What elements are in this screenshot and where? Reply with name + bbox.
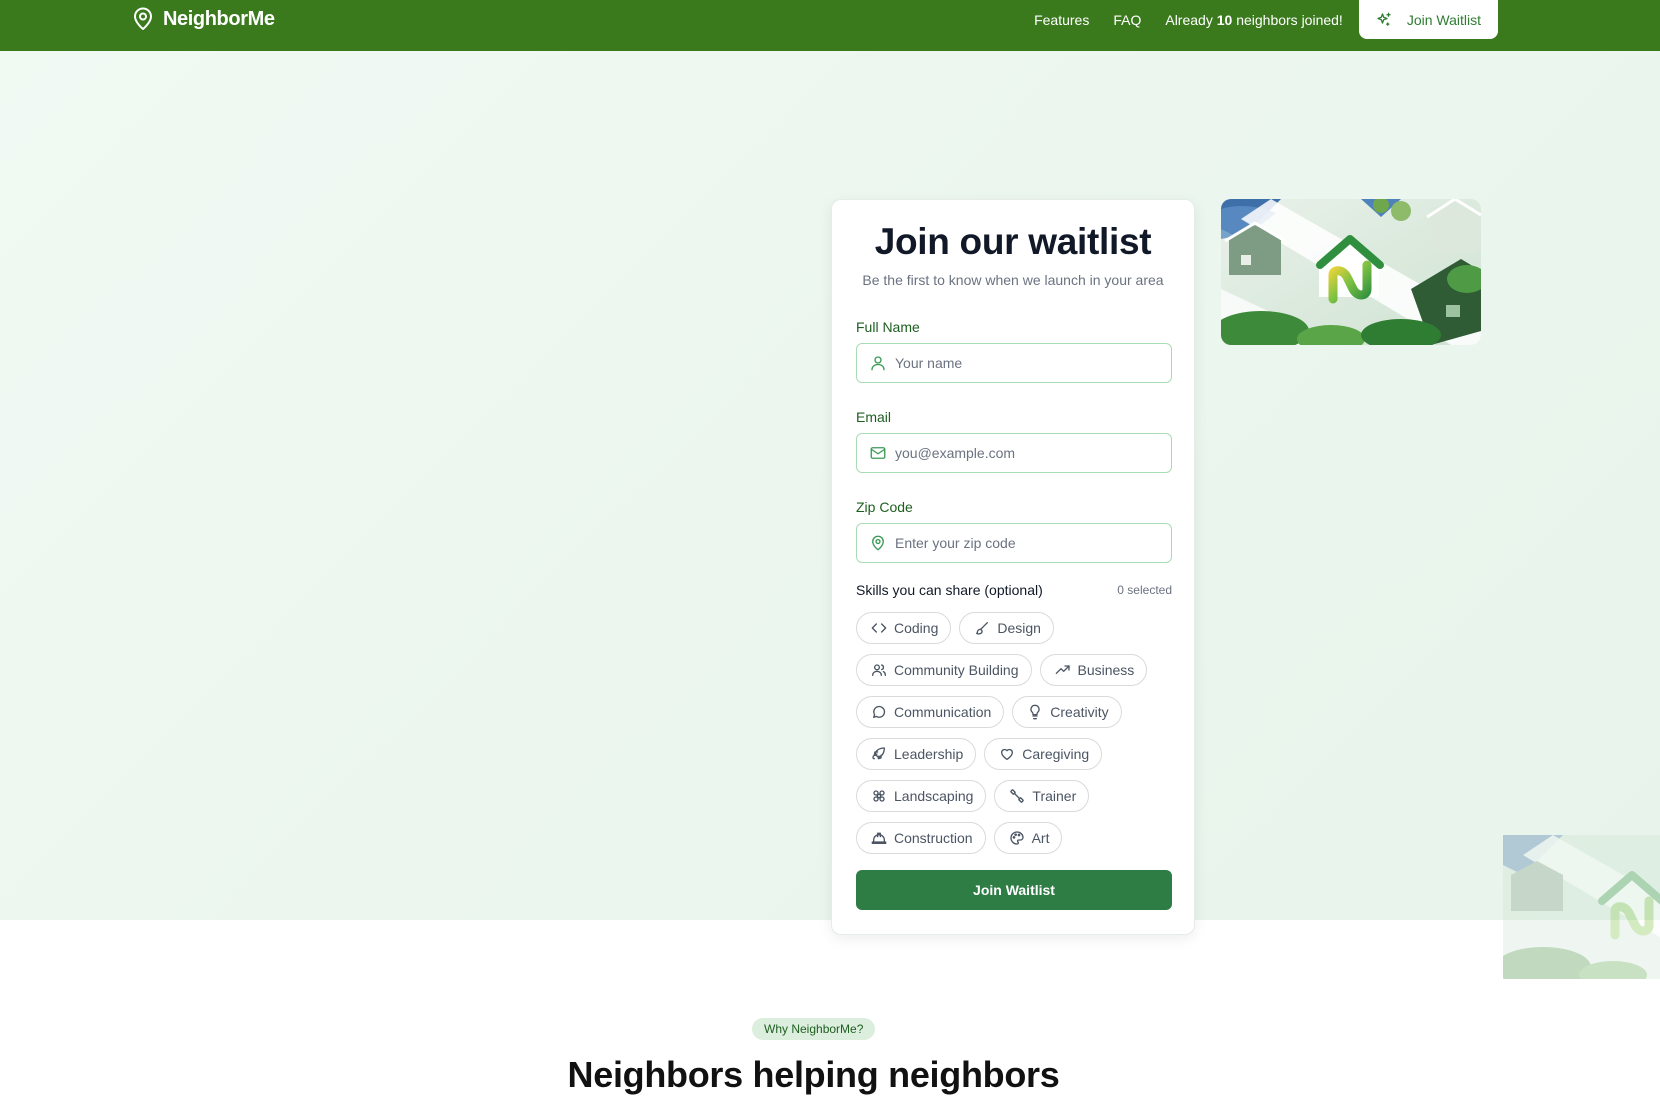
brush-icon — [976, 622, 989, 635]
skill-chip-design[interactable]: Design — [959, 612, 1054, 644]
email-label: Email — [856, 409, 892, 425]
skill-chip-label: Art — [1031, 830, 1050, 846]
skill-chip-community-building[interactable]: Community Building — [856, 654, 1032, 686]
nav-link-features[interactable]: Features — [1034, 12, 1089, 28]
dumbbell-icon — [1010, 789, 1025, 803]
skill-chip-label: Landscaping — [894, 788, 974, 804]
skills-label: Skills you can share (optional) — [856, 582, 1043, 598]
skill-chip-caregiving[interactable]: Caregiving — [984, 738, 1103, 770]
skill-chip-label: Communication — [894, 704, 992, 720]
users-icon — [872, 664, 886, 676]
skill-chip-label: Creativity — [1050, 704, 1109, 720]
skill-chip-label: Design — [997, 620, 1041, 636]
chat-icon — [873, 705, 886, 718]
sparkles-icon — [1377, 12, 1391, 26]
user-icon — [871, 356, 885, 371]
joined-prefix: Already — [1165, 11, 1213, 28]
map-pin-icon — [872, 535, 884, 551]
trending-up-icon — [1055, 665, 1070, 674]
zip-code-label: Zip Code — [856, 499, 913, 515]
joined-suffix: neighbors joined! — [1236, 11, 1343, 28]
email-field — [856, 433, 1172, 473]
flower-icon — [873, 790, 885, 802]
nav-join-waitlist-button[interactable]: Join Waitlist — [1358, 0, 1498, 39]
skill-chip-creativity[interactable]: Creativity — [1012, 696, 1122, 728]
skills-chip-group: Coding Design Community Building Busines… — [856, 612, 1172, 854]
neighborhood-house-logo-image — [1221, 199, 1481, 345]
top-navbar: NeighborMe Features FAQ Already 10 neigh… — [0, 0, 1660, 51]
faded-illustration-decoration — [1503, 835, 1660, 979]
nav-cta-label: Join Waitlist — [1406, 11, 1481, 28]
joined-count: 10 — [1216, 11, 1233, 28]
skill-chip-trainer[interactable]: Trainer — [994, 780, 1090, 812]
hard-hat-icon — [871, 832, 887, 844]
skills-selected-count: 0 selected — [1117, 583, 1172, 597]
code-icon — [871, 623, 887, 633]
lightbulb-icon — [1030, 704, 1040, 720]
features-section-title: Neighbors helping neighbors — [567, 1054, 1060, 1095]
skill-chip-label: Trainer — [1032, 788, 1077, 804]
full-name-field — [856, 343, 1172, 383]
skill-chip-art[interactable]: Art — [993, 822, 1063, 854]
skill-chip-label: Leadership — [894, 746, 964, 762]
skill-chip-coding[interactable]: Coding — [856, 612, 952, 644]
waitlist-form-card: Join our waitlist Be the first to know w… — [831, 199, 1195, 935]
form-subtitle: Be the first to know when we launch in y… — [862, 272, 1164, 288]
heart-icon — [1001, 748, 1014, 760]
skill-chip-business[interactable]: Business — [1039, 654, 1148, 686]
mail-icon — [870, 447, 886, 459]
skill-chip-label: Coding — [894, 620, 939, 636]
skill-chip-communication[interactable]: Communication — [856, 696, 1005, 728]
email-input[interactable] — [895, 434, 1165, 471]
skill-chip-landscaping[interactable]: Landscaping — [856, 780, 987, 812]
full-name-input[interactable] — [895, 344, 1165, 381]
neighborhood-illustration — [1221, 199, 1481, 345]
skill-chip-label: Community Building — [894, 662, 1019, 678]
skill-chip-label: Construction — [894, 830, 973, 846]
form-title: Join our waitlist — [874, 221, 1152, 262]
brand-name: NeighborMe — [163, 7, 275, 30]
join-waitlist-submit-button[interactable]: Join Waitlist — [856, 870, 1172, 910]
zip-code-input[interactable] — [895, 524, 1165, 561]
skills-header: Skills you can share (optional) 0 select… — [856, 582, 1172, 598]
brand-logo[interactable]: NeighborMe — [131, 6, 275, 32]
skill-chip-construction[interactable]: Construction — [856, 822, 986, 854]
joined-counter: Already 10 neighbors joined! — [1165, 12, 1342, 28]
skill-chip-label: Business — [1077, 662, 1135, 678]
features-badge: Why NeighborMe? — [752, 1018, 876, 1040]
palette-icon — [1009, 831, 1024, 845]
skill-chip-label: Caregiving — [1022, 746, 1090, 762]
zip-code-field — [856, 523, 1172, 563]
skill-chip-leadership[interactable]: Leadership — [856, 738, 977, 770]
hero-section: Join our waitlist Be the first to know w… — [0, 51, 1660, 979]
map-pin-icon — [134, 7, 152, 30]
rocket-icon — [872, 747, 885, 760]
nav-menu: Features FAQ Already 10 neighbors joined… — [1034, 0, 1498, 39]
nav-link-faq[interactable]: FAQ — [1113, 12, 1141, 28]
full-name-label: Full Name — [856, 319, 920, 335]
neighborhood-house-logo-image — [1503, 835, 1660, 979]
